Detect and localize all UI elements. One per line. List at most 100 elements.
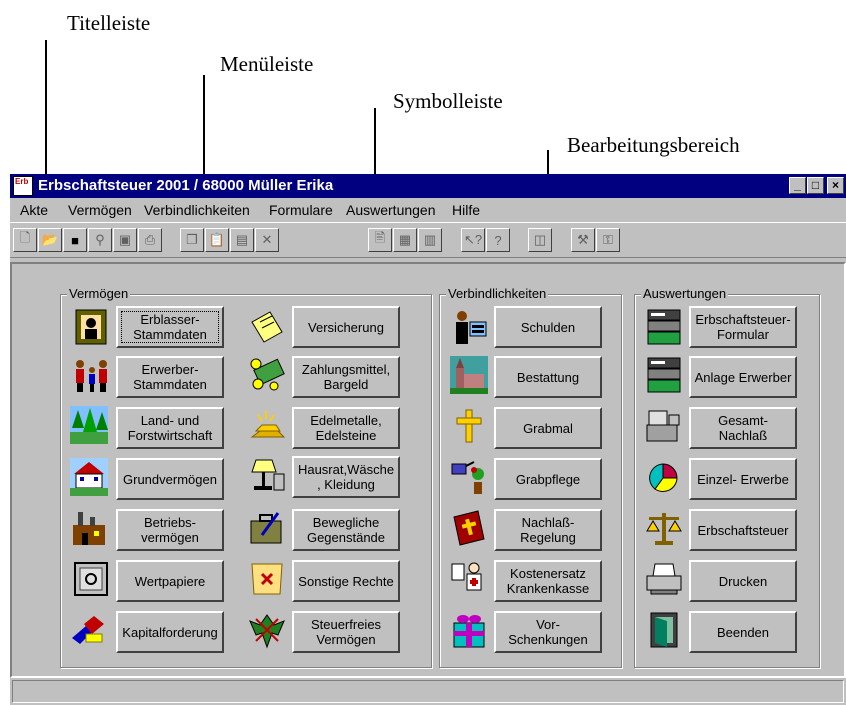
nurse-icon bbox=[451, 562, 482, 591]
printer-icon bbox=[646, 563, 682, 595]
open-folder-icon[interactable]: 📂 bbox=[38, 228, 62, 252]
watering-can-icon bbox=[451, 461, 484, 494]
bestattung-button[interactable]: Bestattung bbox=[494, 356, 602, 398]
cross-icon bbox=[456, 409, 482, 443]
menu-bar: Akte Vermögen Verbindlichkeiten Formular… bbox=[10, 198, 846, 222]
family-icon bbox=[76, 360, 107, 392]
vor-schenkungen-button[interactable]: Vor- Schenkungen bbox=[494, 611, 602, 653]
callout-bearbeitungsbereich: Bearbeitungsbereich bbox=[567, 133, 740, 157]
cash-register-icon bbox=[646, 410, 680, 442]
suitcase-icon bbox=[250, 512, 282, 544]
menu-auswertungen[interactable]: Auswertungen bbox=[346, 202, 436, 218]
money-icon bbox=[250, 358, 285, 391]
zahlungsmittel-button[interactable]: Zahlungsmittel, Bargeld bbox=[292, 356, 400, 398]
edit-field-icon[interactable]: ▤ bbox=[230, 228, 254, 252]
menu-hilfe[interactable]: Hilfe bbox=[452, 202, 480, 218]
group-title-verbindlichkeiten: Verbindlichkeiten bbox=[446, 286, 549, 301]
debtor-icon bbox=[456, 311, 487, 344]
versicherung-button[interactable]: Versicherung bbox=[292, 306, 400, 348]
drucken-button[interactable]: Drucken bbox=[689, 560, 797, 602]
key-icon[interactable]: ⚿ bbox=[596, 228, 620, 252]
menu-formulare[interactable]: Formulare bbox=[269, 202, 333, 218]
delete-icon[interactable]: ✕ bbox=[255, 228, 279, 252]
gift-icon bbox=[453, 615, 485, 648]
treasure-map-icon bbox=[251, 563, 283, 595]
callout-symbolleiste: Symbolleiste bbox=[393, 89, 503, 113]
scales-icon bbox=[646, 513, 682, 545]
forest-icon bbox=[70, 406, 108, 444]
hausrat-button[interactable]: Hausrat,Wäsche , Kleidung bbox=[292, 456, 400, 498]
help-icon[interactable]: ? bbox=[486, 228, 510, 252]
lamp-icon bbox=[251, 459, 285, 491]
loan-hands-icon bbox=[72, 616, 104, 644]
church-icon bbox=[450, 356, 488, 394]
beenden-button[interactable]: Beenden bbox=[689, 611, 797, 653]
window-icon[interactable]: ◫ bbox=[528, 228, 552, 252]
context-help-icon[interactable]: ↖? bbox=[461, 228, 485, 252]
status-bar bbox=[12, 680, 844, 703]
menu-verbindlichkeiten[interactable]: Verbindlichkeiten bbox=[144, 202, 250, 218]
betriebsvermoegen-button[interactable]: Betriebs- vermögen bbox=[116, 509, 224, 551]
erwerber-stammdaten-button[interactable]: Erwerber- Stammdaten bbox=[116, 356, 224, 398]
grabmal-button[interactable]: Grabmal bbox=[494, 407, 602, 449]
app-icon-text: Erb bbox=[15, 177, 29, 186]
anlage-erwerber-button[interactable]: Anlage Erwerber bbox=[689, 356, 797, 398]
callout-line-titelleiste bbox=[45, 40, 47, 182]
paste-icon[interactable]: 📋 bbox=[205, 228, 229, 252]
close-button[interactable]: × bbox=[827, 177, 844, 194]
copy-icon[interactable]: ❐ bbox=[180, 228, 204, 252]
title-bar[interactable]: Erb Erbschaftsteuer 2001 / 68000 Müller … bbox=[10, 174, 846, 198]
policy-document-icon bbox=[251, 311, 283, 343]
house-icon bbox=[70, 458, 108, 496]
list-icon[interactable]: ▦ bbox=[393, 228, 417, 252]
nachlass-regelung-button[interactable]: Nachlaß- Regelung bbox=[494, 509, 602, 551]
bewegliche-gegenstaende-button[interactable]: Bewegliche Gegenstände bbox=[292, 509, 400, 551]
factory-icon bbox=[73, 512, 105, 545]
gold-bars-icon bbox=[250, 411, 286, 438]
safe-icon bbox=[74, 562, 108, 596]
binoculars-icon[interactable]: ⚲ bbox=[88, 228, 112, 252]
gesamt-nachlass-button[interactable]: Gesamt- Nachlaß bbox=[689, 407, 797, 449]
folder-icon[interactable]: ■ bbox=[63, 228, 87, 252]
eagle-icon bbox=[249, 614, 285, 649]
menu-vermoegen[interactable]: Vermögen bbox=[68, 202, 132, 218]
work-area: Vermögen Verbindlichkeiten Auswertungen … bbox=[10, 262, 846, 678]
toolbar: 🗋 📂 ■ ⚲ ▣ ⎙ ❐ 📋 ▤ ✕ 🖹 ▦ ▥ ↖? ? ◫ ⚒ ⚿ bbox=[10, 222, 846, 258]
steuerfreies-vermoegen-button[interactable]: Steuerfreies Vermögen bbox=[292, 611, 400, 653]
edelmetalle-button[interactable]: Edelmetalle, Edelsteine bbox=[292, 407, 400, 449]
new-icon[interactable]: 🗋 bbox=[13, 228, 37, 252]
window-title: Erbschaftsteuer 2001 / 68000 Müller Erik… bbox=[38, 177, 334, 194]
group-title-vermoegen: Vermögen bbox=[67, 286, 131, 301]
document-icon[interactable]: 🖹 bbox=[368, 228, 392, 252]
callout-titelleiste: Titelleiste bbox=[67, 11, 151, 35]
calculator-icon[interactable]: ▥ bbox=[418, 228, 442, 252]
menu-akte[interactable]: Akte bbox=[20, 202, 48, 218]
save-icon[interactable]: ▣ bbox=[113, 228, 137, 252]
maximize-button[interactable]: □ bbox=[807, 177, 824, 194]
wertpapiere-button[interactable]: Wertpapiere bbox=[116, 560, 224, 602]
minimize-button[interactable]: _ bbox=[789, 177, 806, 194]
bible-icon bbox=[453, 510, 485, 546]
group-title-auswertungen: Auswertungen bbox=[641, 286, 729, 301]
sonstige-rechte-button[interactable]: Sonstige Rechte bbox=[292, 560, 400, 602]
pie-chart-icon bbox=[649, 463, 678, 493]
grundvermoegen-button[interactable]: Grundvermögen bbox=[116, 458, 224, 500]
tools-icon[interactable]: ⚒ bbox=[571, 228, 595, 252]
callout-menueleiste: Menüleiste bbox=[220, 52, 314, 76]
kostenersatz-button[interactable]: Kostenersatz Krankenkasse bbox=[494, 560, 602, 602]
erbschaftsteuer-button[interactable]: Erbschaftsteuer bbox=[689, 509, 797, 551]
schulden-button[interactable]: Schulden bbox=[494, 306, 602, 348]
app-icon[interactable]: Erb bbox=[13, 176, 33, 196]
print-icon[interactable]: ⎙ bbox=[138, 228, 162, 252]
application-window: Erb Erbschaftsteuer 2001 / 68000 Müller … bbox=[10, 174, 846, 705]
kapitalforderung-button[interactable]: Kapitalforderung bbox=[116, 611, 224, 653]
erbschaftsteuer-formular-button[interactable]: Erbschaftsteuer- Formular bbox=[689, 306, 797, 348]
form-stack-icon bbox=[647, 309, 681, 345]
portrait-icon bbox=[75, 309, 107, 345]
erblasser-stammdaten-button[interactable]: Erblasser- Stammdaten bbox=[116, 306, 224, 348]
exit-door-icon bbox=[650, 612, 678, 648]
form-stack-2-icon bbox=[647, 357, 681, 393]
land-forstwirtschaft-button[interactable]: Land- und Forstwirtschaft bbox=[116, 407, 224, 449]
einzel-erwerbe-button[interactable]: Einzel- Erwerbe bbox=[689, 458, 797, 500]
grabpflege-button[interactable]: Grabpflege bbox=[494, 458, 602, 500]
